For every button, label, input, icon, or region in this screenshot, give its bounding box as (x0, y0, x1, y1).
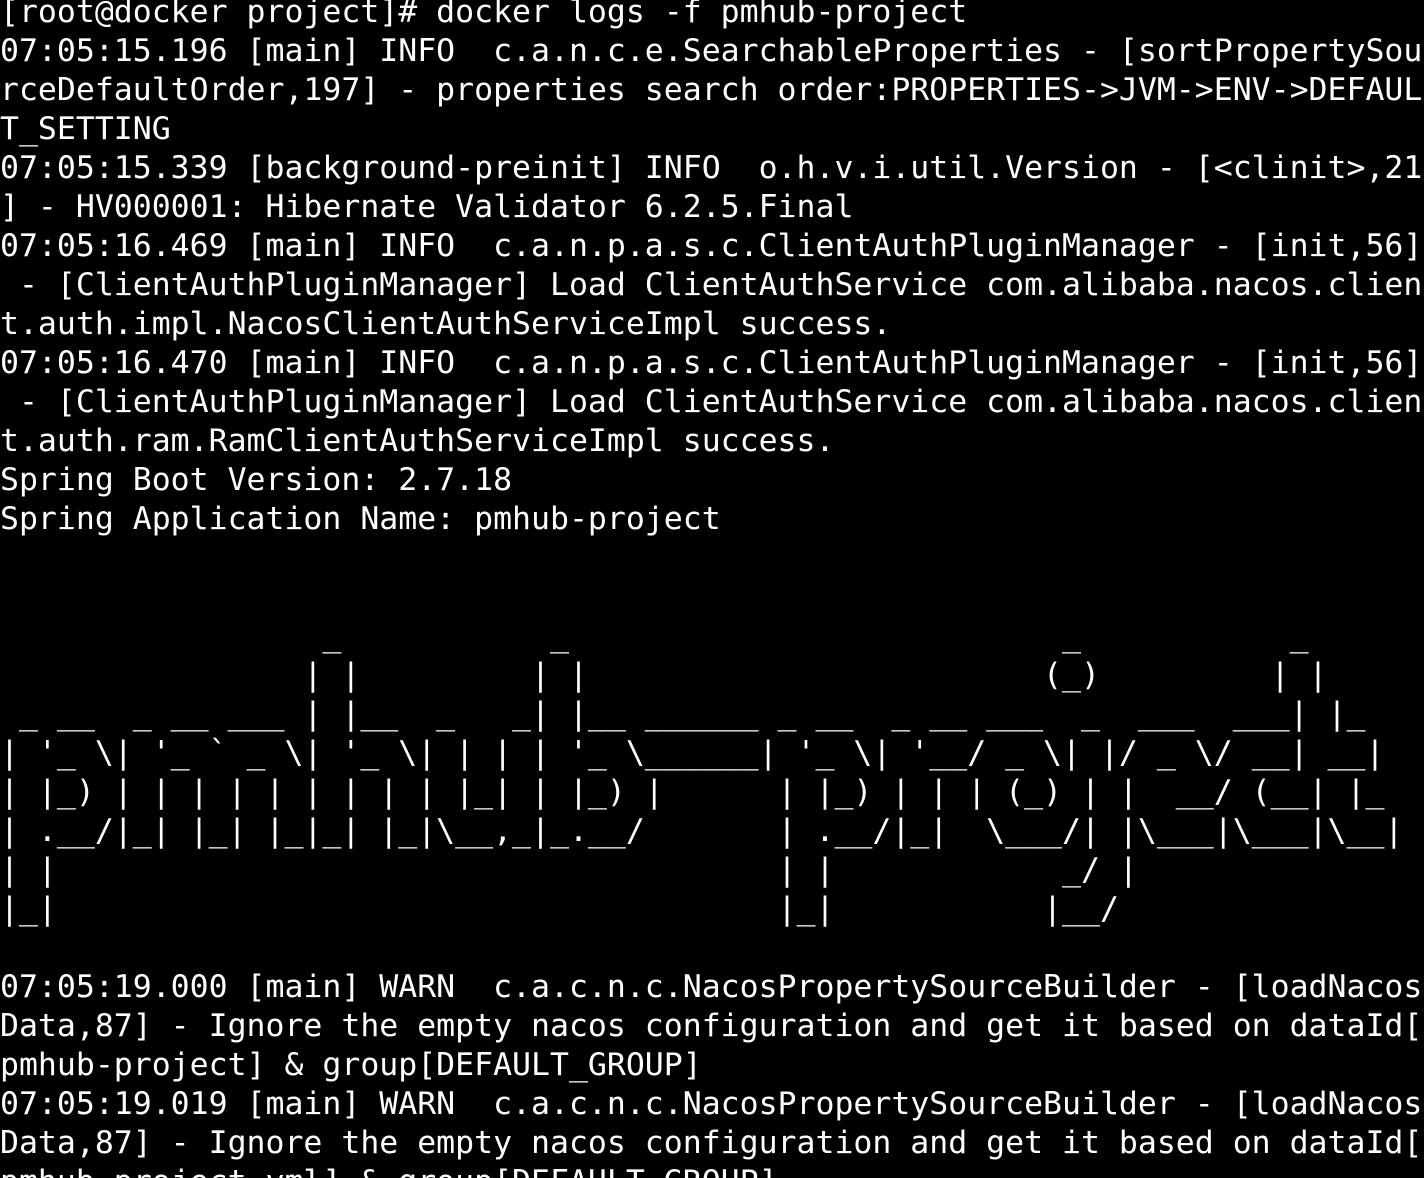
log-line: - [ClientAuthPluginManager] Load ClientA… (0, 267, 1423, 303)
log-line: 07:05:19.000 [main] WARN c.a.c.n.c.Nacos… (0, 969, 1423, 1005)
ascii-banner-line: | | | | _/ | (0, 852, 1404, 888)
ascii-banner-line: _ __ _ __ ___ | |__ _ _| |__ ______ _ __… (0, 696, 1385, 732)
log-line: 07:05:15.196 [main] INFO c.a.n.c.e.Searc… (0, 33, 1423, 69)
log-line: 07:05:15.339 [background-preinit] INFO o… (0, 150, 1423, 186)
ascii-banner-line: |_| |_| |__/ (0, 891, 1404, 927)
log-line: 07:05:16.469 [main] INFO c.a.n.p.a.s.c.C… (0, 228, 1423, 264)
ascii-banner-line: | .__/|_| |_| |_|_| |_|\__,_|_.__/ | .__… (0, 813, 1404, 849)
log-line: - [ClientAuthPluginManager] Load ClientA… (0, 384, 1423, 420)
log-line: Data,87] - Ignore the empty nacos config… (0, 1008, 1423, 1044)
log-line: 07:05:16.470 [main] INFO c.a.n.p.a.s.c.C… (0, 345, 1423, 381)
log-line: t.auth.impl.NacosClientAuthServiceImpl s… (0, 306, 892, 342)
log-line: rceDefaultOrder,197] - properties search… (0, 72, 1423, 108)
log-line: t.auth.ram.RamClientAuthServiceImpl succ… (0, 423, 835, 459)
log-line: T_SETTING (0, 111, 171, 147)
shell-prompt-command: [root@docker project]# docker logs -f pm… (0, 0, 968, 30)
log-line: pmhub-project] & group[DEFAULT_GROUP] (0, 1047, 702, 1083)
spring-application-name-line: Spring Application Name: pmhub-project (0, 501, 721, 537)
ascii-banner-line: | |_) | | | | | | | | | |_| | |_) | | |_… (0, 774, 1404, 810)
log-line: Data,87] - Ignore the empty nacos config… (0, 1125, 1423, 1161)
ascii-banner-line: | '_ \| '_ ` _ \| '_ \| | | | '_ \______… (0, 735, 1385, 771)
ascii-banner-line: _ _ _ _ (0, 618, 1366, 654)
log-line: 07:05:19.019 [main] WARN c.a.c.n.c.Nacos… (0, 1086, 1423, 1122)
ascii-banner-line: | | | | (_) | | (0, 657, 1366, 693)
log-line: pmhub-project.yml] & group[DEFAULT_GROUP… (0, 1163, 1424, 1178)
log-line: ] - HV000001: Hibernate Validator 6.2.5.… (0, 189, 854, 225)
spring-boot-version-line: Spring Boot Version: 2.7.18 (0, 462, 513, 498)
terminal-window[interactable]: [root@docker project]# docker logs -f pm… (0, 0, 1424, 1178)
